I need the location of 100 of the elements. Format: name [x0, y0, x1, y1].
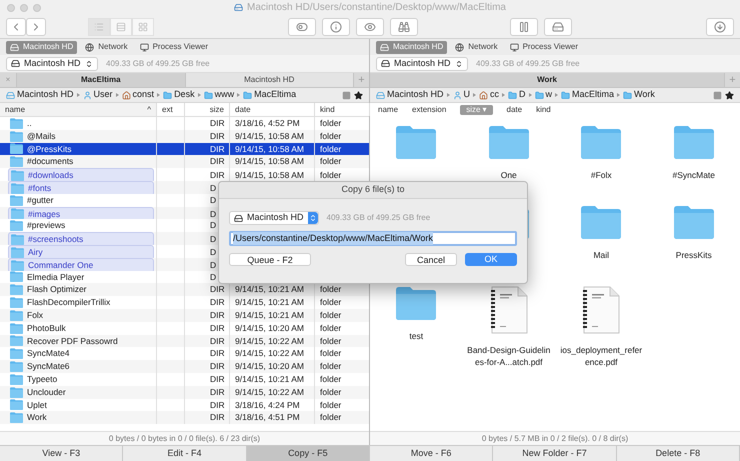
sort-option[interactable]: extension: [412, 105, 446, 115]
path-segment[interactable]: MacEltima: [243, 88, 296, 102]
path-segment[interactable]: w: [534, 88, 552, 102]
drive-select[interactable]: Macintosh HD: [6, 56, 98, 70]
free-space-text: 409.33 GB of 499.25 GB free: [476, 58, 580, 70]
file-row[interactable]: #documents DIR 9/14/15, 10:58 AM folder: [0, 155, 369, 168]
view-mode-button[interactable]: [110, 18, 132, 36]
size-cell: DIR: [210, 296, 225, 309]
size-cell: DIR: [210, 347, 225, 360]
kind-cell: folder: [320, 386, 342, 398]
kind-cell: folder: [320, 130, 342, 143]
info-button[interactable]: [322, 18, 350, 36]
split-view-button[interactable]: [510, 18, 538, 36]
size-cell: D: [210, 208, 216, 220]
forward-button[interactable]: [26, 18, 46, 36]
sort-option[interactable]: date: [506, 105, 522, 115]
drive-tab[interactable]: Network: [451, 40, 502, 54]
view-mode-button[interactable]: [132, 18, 154, 36]
stepper-icon: [308, 212, 318, 224]
size-cell: D: [210, 182, 216, 195]
drive-icon: [6, 90, 15, 100]
tab[interactable]: Work: [370, 73, 724, 87]
dialog-button[interactable]: Queue - F2: [229, 253, 311, 266]
file-row[interactable]: Uplet DIR 3/18/16, 4:24 PM folder: [0, 398, 369, 412]
tab[interactable]: Macintosh HD: [184, 73, 353, 87]
size-cell: D: [210, 246, 216, 259]
item-label: #Folx: [590, 169, 613, 181]
size-cell: DIR: [210, 283, 225, 296]
path-segment[interactable]: Desk: [163, 88, 195, 102]
drive-select[interactable]: Macintosh HD: [229, 211, 319, 225]
dialog-button[interactable]: Cancel: [405, 253, 457, 266]
file-row[interactable]: Folx DIR 9/14/15, 10:21 AM folder: [0, 308, 369, 322]
path-segment[interactable]: cc: [479, 88, 500, 102]
up-down-arrows-icon: [455, 60, 463, 68]
view-toggle-icon[interactable]: [713, 90, 722, 100]
date-cell: 9/14/15, 10:20 AM: [235, 360, 304, 373]
path-segment[interactable]: User: [82, 88, 113, 102]
preview-button[interactable]: [356, 18, 384, 36]
tab[interactable]: MacEltima: [16, 73, 184, 87]
star-icon[interactable]: [725, 90, 734, 100]
drive-icon: [376, 90, 385, 100]
path-segment[interactable]: www: [204, 88, 234, 102]
file-name: Flash Optimizer: [27, 283, 87, 296]
file-name: #documents: [27, 155, 74, 168]
size-cell: DIR: [210, 386, 225, 398]
sort-option[interactable]: name: [378, 105, 398, 115]
drive-select[interactable]: Macintosh HD: [376, 56, 468, 70]
column-header[interactable]: ext: [157, 103, 185, 116]
list-icon: [94, 22, 104, 32]
folder-icon: [10, 143, 23, 154]
star-icon[interactable]: [354, 90, 363, 100]
folder-icon: [10, 335, 23, 346]
drive-icon: [234, 3, 243, 12]
column-header[interactable]: date: [230, 103, 315, 116]
drive-tab[interactable]: Network: [81, 40, 132, 54]
drive-tab[interactable]: Process Viewer: [506, 40, 582, 54]
view-mode-button[interactable]: [88, 18, 110, 36]
file-row[interactable]: Work DIR 3/18/16, 4:51 PM folder: [0, 411, 369, 424]
folder-icon: [11, 260, 24, 271]
folder-icon: [11, 246, 24, 258]
file-name: #images: [28, 208, 60, 220]
folder-icon: [11, 234, 24, 246]
file-row[interactable]: Unclouder DIR 9/14/15, 10:22 AM folder: [0, 386, 369, 399]
rows-icon: [116, 22, 126, 32]
path-segment[interactable]: Macintosh HD: [376, 88, 444, 102]
drive-icon: [552, 20, 564, 32]
file-row[interactable]: @Mails DIR 9/14/15, 10:58 AM folder: [0, 130, 369, 143]
column-header[interactable]: name ^: [0, 103, 157, 116]
toggle-button[interactable]: [288, 18, 316, 36]
path-segment[interactable]: Work: [623, 88, 655, 102]
size-cell: DIR: [210, 360, 225, 373]
path-segment[interactable]: U: [452, 88, 470, 102]
path-segment[interactable]: Macintosh HD: [6, 88, 74, 102]
path-segment[interactable]: const: [122, 88, 154, 102]
separator-icon: [617, 93, 620, 97]
path-field[interactable]: /Users/constantine/Desktop/www/MacEltima/Work: [229, 231, 517, 246]
file-row[interactable]: Flash Optimizer DIR 9/14/15, 10:21 AM folder: [0, 283, 369, 296]
folder-icon: [10, 118, 23, 129]
file-name: #downloads: [28, 169, 74, 182]
separator-icon: [157, 93, 160, 97]
view-toggle-icon[interactable]: [342, 90, 351, 100]
drive-icon: [381, 59, 390, 68]
download-button[interactable]: [706, 18, 734, 36]
search-button[interactable]: [390, 18, 418, 36]
free-space-text: 409.33 GB of 499.25 GB free: [106, 58, 210, 70]
file-row[interactable]: @PressKits DIR 9/14/15, 10:58 AM folder: [0, 142, 369, 156]
item-label: Band-Design-Guidelines-for-A...atch.pdf: [466, 344, 551, 368]
path-segment[interactable]: D: [508, 88, 526, 102]
path-segment[interactable]: MacEltima: [561, 88, 614, 102]
column-header[interactable]: size: [185, 103, 230, 116]
file-row[interactable]: Recover PDF Passowrd DIR 9/14/15, 10:22 AM folder: [0, 334, 369, 348]
back-button[interactable]: [6, 18, 26, 36]
file-row[interactable]: SyncMate6 DIR 9/14/15, 10:20 AM folder: [0, 360, 369, 373]
item-label: test: [408, 330, 424, 342]
drive-tab[interactable]: Process Viewer: [136, 40, 212, 54]
date-cell: 9/14/15, 10:21 AM: [235, 296, 304, 309]
server-button[interactable]: [544, 18, 572, 36]
sort-option[interactable]: kind: [536, 105, 551, 115]
kind-cell: folder: [320, 169, 342, 182]
function-key-button[interactable]: Copy - F5: [246, 446, 370, 461]
